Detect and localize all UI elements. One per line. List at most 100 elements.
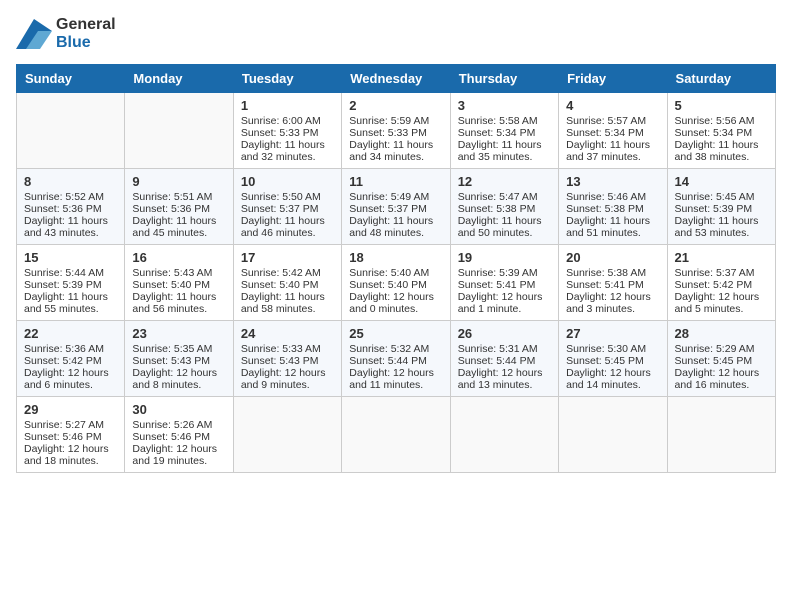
- calendar-cell: 2 Sunrise: 5:59 AMSunset: 5:33 PMDaylight…: [342, 92, 450, 168]
- day-number: 1: [241, 98, 334, 113]
- calendar-cell: 12Sunrise: 5:47 AMSunset: 5:38 PMDayligh…: [450, 168, 558, 244]
- sunset-text: Sunset: 5:42 PM: [24, 355, 117, 367]
- sunrise-text: Sunrise: 5:32 AM: [349, 343, 442, 355]
- day-number: 4: [566, 98, 659, 113]
- sunset-text: Sunset: 5:34 PM: [675, 127, 768, 139]
- day-number: 10: [241, 174, 334, 189]
- sunrise-text: Sunrise: 5:30 AM: [566, 343, 659, 355]
- daylight-text: Daylight: 12 hours and 19 minutes.: [132, 443, 225, 467]
- daylight-text: Daylight: 11 hours and 48 minutes.: [349, 215, 442, 239]
- calendar-cell: 27Sunrise: 5:30 AMSunset: 5:45 PMDayligh…: [559, 320, 667, 396]
- day-number: 8: [24, 174, 117, 189]
- sunrise-text: Sunrise: 5:47 AM: [458, 191, 551, 203]
- page-header: GeneralBlue: [16, 16, 776, 52]
- day-number: 13: [566, 174, 659, 189]
- sunrise-text: Sunrise: 5:45 AM: [675, 191, 768, 203]
- daylight-text: Daylight: 11 hours and 50 minutes.: [458, 215, 551, 239]
- sunrise-text: Sunrise: 5:31 AM: [458, 343, 551, 355]
- sunrise-text: Sunrise: 5:27 AM: [24, 419, 117, 431]
- sunset-text: Sunset: 5:43 PM: [132, 355, 225, 367]
- sunset-text: Sunset: 5:45 PM: [675, 355, 768, 367]
- sunset-text: Sunset: 5:46 PM: [132, 431, 225, 443]
- calendar-cell: [450, 396, 558, 472]
- logo: GeneralBlue: [16, 16, 116, 52]
- sunset-text: Sunset: 5:36 PM: [132, 203, 225, 215]
- daylight-text: Daylight: 11 hours and 34 minutes.: [349, 139, 442, 163]
- sunrise-text: Sunrise: 5:59 AM: [349, 115, 442, 127]
- logo-general: General: [56, 16, 116, 34]
- daylight-text: Daylight: 11 hours and 56 minutes.: [132, 291, 225, 315]
- daylight-text: Daylight: 11 hours and 55 minutes.: [24, 291, 117, 315]
- sunrise-text: Sunrise: 5:39 AM: [458, 267, 551, 279]
- calendar-cell: 14Sunrise: 5:45 AMSunset: 5:39 PMDayligh…: [667, 168, 775, 244]
- sunset-text: Sunset: 5:42 PM: [675, 279, 768, 291]
- weekday-header-sunday: Sunday: [17, 64, 125, 92]
- daylight-text: Daylight: 11 hours and 37 minutes.: [566, 139, 659, 163]
- daylight-text: Daylight: 12 hours and 9 minutes.: [241, 367, 334, 391]
- sunrise-text: Sunrise: 5:35 AM: [132, 343, 225, 355]
- sunset-text: Sunset: 5:37 PM: [241, 203, 334, 215]
- calendar-table: SundayMondayTuesdayWednesdayThursdayFrid…: [16, 64, 776, 473]
- daylight-text: Daylight: 12 hours and 11 minutes.: [349, 367, 442, 391]
- calendar-cell: 26Sunrise: 5:31 AMSunset: 5:44 PMDayligh…: [450, 320, 558, 396]
- day-number: 30: [132, 402, 225, 417]
- sunset-text: Sunset: 5:41 PM: [458, 279, 551, 291]
- sunset-text: Sunset: 5:38 PM: [566, 203, 659, 215]
- weekday-header-monday: Monday: [125, 64, 233, 92]
- sunset-text: Sunset: 5:37 PM: [349, 203, 442, 215]
- sunrise-text: Sunrise: 5:40 AM: [349, 267, 442, 279]
- sunset-text: Sunset: 5:40 PM: [349, 279, 442, 291]
- day-number: 2: [349, 98, 442, 113]
- daylight-text: Daylight: 11 hours and 43 minutes.: [24, 215, 117, 239]
- day-number: 25: [349, 326, 442, 341]
- day-number: 20: [566, 250, 659, 265]
- sunset-text: Sunset: 5:40 PM: [241, 279, 334, 291]
- calendar-cell: 8Sunrise: 5:52 AMSunset: 5:36 PMDaylight…: [17, 168, 125, 244]
- sunrise-text: Sunrise: 5:51 AM: [132, 191, 225, 203]
- sunset-text: Sunset: 5:33 PM: [349, 127, 442, 139]
- sunset-text: Sunset: 5:40 PM: [132, 279, 225, 291]
- calendar-cell: [233, 396, 341, 472]
- calendar-cell: [559, 396, 667, 472]
- sunrise-text: Sunrise: 5:44 AM: [24, 267, 117, 279]
- day-number: 26: [458, 326, 551, 341]
- sunrise-text: Sunrise: 5:36 AM: [24, 343, 117, 355]
- daylight-text: Daylight: 12 hours and 3 minutes.: [566, 291, 659, 315]
- day-number: 21: [675, 250, 768, 265]
- day-number: 16: [132, 250, 225, 265]
- day-number: 29: [24, 402, 117, 417]
- day-number: 19: [458, 250, 551, 265]
- day-number: 22: [24, 326, 117, 341]
- daylight-text: Daylight: 11 hours and 46 minutes.: [241, 215, 334, 239]
- calendar-cell: 10Sunrise: 5:50 AMSunset: 5:37 PMDayligh…: [233, 168, 341, 244]
- daylight-text: Daylight: 11 hours and 51 minutes.: [566, 215, 659, 239]
- calendar-cell: 9Sunrise: 5:51 AMSunset: 5:36 PMDaylight…: [125, 168, 233, 244]
- daylight-text: Daylight: 11 hours and 53 minutes.: [675, 215, 768, 239]
- daylight-text: Daylight: 12 hours and 16 minutes.: [675, 367, 768, 391]
- calendar-cell: 17 Sunrise: 5:42 AMSunset: 5:40 PMDayligh…: [233, 244, 341, 320]
- daylight-text: Daylight: 12 hours and 8 minutes.: [132, 367, 225, 391]
- sunset-text: Sunset: 5:43 PM: [241, 355, 334, 367]
- logo-blue: Blue: [56, 34, 116, 52]
- day-number: 12: [458, 174, 551, 189]
- calendar-cell: [125, 92, 233, 168]
- sunset-text: Sunset: 5:36 PM: [24, 203, 117, 215]
- calendar-week-row: 15Sunrise: 5:44 AMSunset: 5:39 PMDayligh…: [17, 244, 776, 320]
- daylight-text: Daylight: 11 hours and 58 minutes.: [241, 291, 334, 315]
- calendar-week-row: 8Sunrise: 5:52 AMSunset: 5:36 PMDaylight…: [17, 168, 776, 244]
- calendar-cell: 5Sunrise: 5:56 AMSunset: 5:34 PMDaylight…: [667, 92, 775, 168]
- logo-bird-icon: [16, 19, 52, 49]
- sunset-text: Sunset: 5:46 PM: [24, 431, 117, 443]
- day-number: 27: [566, 326, 659, 341]
- sunrise-text: Sunrise: 5:42 AM: [241, 267, 334, 279]
- daylight-text: Daylight: 12 hours and 14 minutes.: [566, 367, 659, 391]
- sunrise-text: Sunrise: 5:58 AM: [458, 115, 551, 127]
- sunrise-text: Sunrise: 5:57 AM: [566, 115, 659, 127]
- day-number: 17: [241, 250, 334, 265]
- day-number: 14: [675, 174, 768, 189]
- calendar-cell: [342, 396, 450, 472]
- calendar-cell: [667, 396, 775, 472]
- weekday-header-tuesday: Tuesday: [233, 64, 341, 92]
- sunset-text: Sunset: 5:41 PM: [566, 279, 659, 291]
- sunrise-text: Sunrise: 5:26 AM: [132, 419, 225, 431]
